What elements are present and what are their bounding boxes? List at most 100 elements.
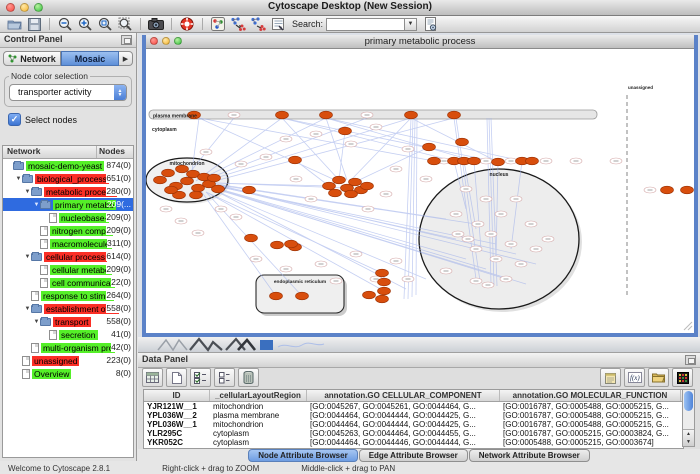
import-network-icon[interactable] xyxy=(229,17,247,32)
tree-row[interactable]: nitrogen compo209(0) xyxy=(3,224,133,237)
search-config-icon[interactable] xyxy=(421,17,439,32)
transporter-activity-node[interactable] xyxy=(448,111,461,119)
float-panel-icon[interactable] xyxy=(685,355,696,365)
tree-row[interactable]: ▼metabolic process280(0) xyxy=(3,185,133,198)
expander-icon[interactable]: ▼ xyxy=(24,306,31,312)
zoom-selected-icon[interactable] xyxy=(96,17,114,32)
tree-row[interactable]: cellular metabo209(0) xyxy=(3,263,133,276)
float-panel-icon[interactable] xyxy=(121,35,132,45)
help-icon[interactable] xyxy=(178,17,196,32)
transporter-activity-node[interactable] xyxy=(339,127,352,135)
transporter-activity-node[interactable] xyxy=(190,191,203,199)
tree-row[interactable]: ▼transport558(0) xyxy=(3,315,133,328)
expander-icon[interactable]: ▼ xyxy=(33,319,40,325)
transporter-activity-node[interactable] xyxy=(329,189,342,197)
tree-row[interactable]: ▼biological_process651(0) xyxy=(3,172,133,185)
zoom-out-icon[interactable] xyxy=(56,17,74,32)
attribute-table-icon[interactable] xyxy=(142,368,163,387)
transporter-activity-node[interactable] xyxy=(405,111,418,119)
transporter-activity-node[interactable] xyxy=(245,234,258,242)
snapshot-icon[interactable] xyxy=(147,17,165,32)
column-header[interactable]: ID xyxy=(144,390,210,401)
tree-row[interactable]: multi-organism pro42(0) xyxy=(3,341,133,354)
transporter-activity-node[interactable] xyxy=(270,292,283,300)
transporter-activity-node[interactable] xyxy=(276,111,289,119)
tree-row[interactable]: cell communicat22(0) xyxy=(3,276,133,289)
tree-column-nodes[interactable]: Nodes xyxy=(97,146,133,158)
network-view-frame[interactable]: primary metabolic process plasma membran… xyxy=(142,35,698,338)
new-attribute-icon[interactable] xyxy=(166,368,187,387)
scrollbar-arrows[interactable]: ▲▼ xyxy=(683,429,694,446)
transporter-activity-node[interactable] xyxy=(492,158,505,166)
transporter-activity-node[interactable] xyxy=(376,269,389,277)
vizmapper-icon[interactable] xyxy=(209,17,227,32)
transporter-activity-node[interactable] xyxy=(378,278,391,286)
network-canvas[interactable]: plasma membranecytoplasmmitochondrionnuc… xyxy=(146,49,694,333)
attribute-matrix-icon[interactable] xyxy=(672,368,693,387)
tree-row[interactable]: response to stimul264(0) xyxy=(3,289,133,302)
column-header[interactable]: annotation.GO CELLULAR_COMPONENT xyxy=(307,390,500,401)
tab-node-attribute-browser[interactable]: Node Attribute Browser xyxy=(248,449,358,462)
save-icon[interactable] xyxy=(25,17,43,32)
tree-row[interactable]: ▼establishment of lo558(0) xyxy=(3,302,133,315)
transporter-activity-node[interactable] xyxy=(349,178,362,186)
transporter-activity-node[interactable] xyxy=(333,176,346,184)
transporter-activity-node[interactable] xyxy=(208,174,221,182)
formula-icon[interactable]: f(x) xyxy=(624,368,645,387)
load-attributes-icon[interactable] xyxy=(648,368,669,387)
transporter-activity-node[interactable] xyxy=(289,156,302,164)
tree-row[interactable]: mosaic-demo-yeast874(0) xyxy=(3,159,133,172)
transporter-activity-node[interactable] xyxy=(526,157,539,165)
column-header[interactable]: annotation.GO MOLECULAR_FUNCTION xyxy=(500,390,681,401)
transporter-activity-node[interactable] xyxy=(162,169,175,177)
tree-column-network[interactable]: Network xyxy=(3,146,97,158)
tree-row[interactable]: secretion41(0) xyxy=(3,328,133,341)
tree-row[interactable]: nucleobase-209(0) xyxy=(3,211,133,224)
unselect-attributes-icon[interactable] xyxy=(214,368,235,387)
tree-row[interactable]: ▼primary metabo209(... xyxy=(3,198,133,211)
tab-edge-attribute-browser[interactable]: Edge Attribute Browser xyxy=(359,449,468,462)
tab-network[interactable]: Network xyxy=(3,51,61,66)
transporter-activity-node[interactable] xyxy=(423,143,436,151)
resize-grip-icon[interactable] xyxy=(684,322,692,330)
transporter-activity-node[interactable] xyxy=(376,295,389,303)
expander-icon[interactable]: ▼ xyxy=(24,189,31,195)
tab-mosaic[interactable]: Mosaic xyxy=(61,51,119,66)
transporter-activity-node[interactable] xyxy=(296,292,309,300)
transporter-activity-node[interactable] xyxy=(285,240,298,248)
search-input[interactable] xyxy=(326,18,404,31)
open-icon[interactable] xyxy=(5,17,23,32)
transporter-activity-node[interactable] xyxy=(681,186,694,194)
transporter-activity-node[interactable] xyxy=(165,186,178,194)
tree-row[interactable]: macromolecule311(0) xyxy=(3,237,133,250)
filter-icon[interactable] xyxy=(269,17,287,32)
expander-icon[interactable]: ▼ xyxy=(33,202,40,208)
node-color-dropdown[interactable]: transporter activity ▲▼ xyxy=(9,84,127,101)
search-dropdown-icon[interactable]: ▼ xyxy=(404,18,417,31)
transporter-activity-node[interactable] xyxy=(212,185,225,193)
tab-scroll-right-icon[interactable]: ▶ xyxy=(119,51,133,66)
column-header[interactable]: _cellularLayoutRegion xyxy=(210,390,307,401)
table-row[interactable]: YLR295Ccytoplasm[GO:0045263, GO:0044464,… xyxy=(144,429,683,438)
transporter-activity-node[interactable] xyxy=(320,111,333,119)
tab-network-attribute-browser[interactable]: Network Attribute Browser xyxy=(469,449,590,462)
table-row[interactable]: YPL036W__2plasma membrane[GO:0044464, GO… xyxy=(144,411,683,420)
transporter-activity-node[interactable] xyxy=(181,177,194,185)
import-attribute-table-icon[interactable] xyxy=(600,368,621,387)
select-attributes-icon[interactable] xyxy=(190,368,211,387)
expander-icon[interactable]: ▼ xyxy=(15,176,22,182)
transporter-activity-node[interactable] xyxy=(378,287,391,295)
transporter-activity-node[interactable] xyxy=(271,241,284,249)
transporter-activity-node[interactable] xyxy=(345,190,358,198)
table-scrollbar[interactable]: ▲▼ xyxy=(682,389,695,447)
expander-icon[interactable]: ▼ xyxy=(24,254,31,260)
tree-row[interactable]: unassigned223(0) xyxy=(3,354,133,367)
table-row[interactable]: YJR121W__1mitochondrion[GO:0045267, GO:0… xyxy=(144,402,683,411)
select-nodes-checkbox[interactable]: ✓ xyxy=(8,113,21,126)
delete-attribute-icon[interactable] xyxy=(238,368,259,387)
transporter-activity-node[interactable] xyxy=(361,182,374,190)
transporter-activity-node[interactable] xyxy=(456,138,469,146)
tree-row[interactable]: ▼cellular process614(0) xyxy=(3,250,133,263)
zoom-fit-icon[interactable] xyxy=(116,17,134,32)
table-row[interactable]: YKR052Ccytoplasm[GO:0044464, GO:0044446,… xyxy=(144,438,683,447)
